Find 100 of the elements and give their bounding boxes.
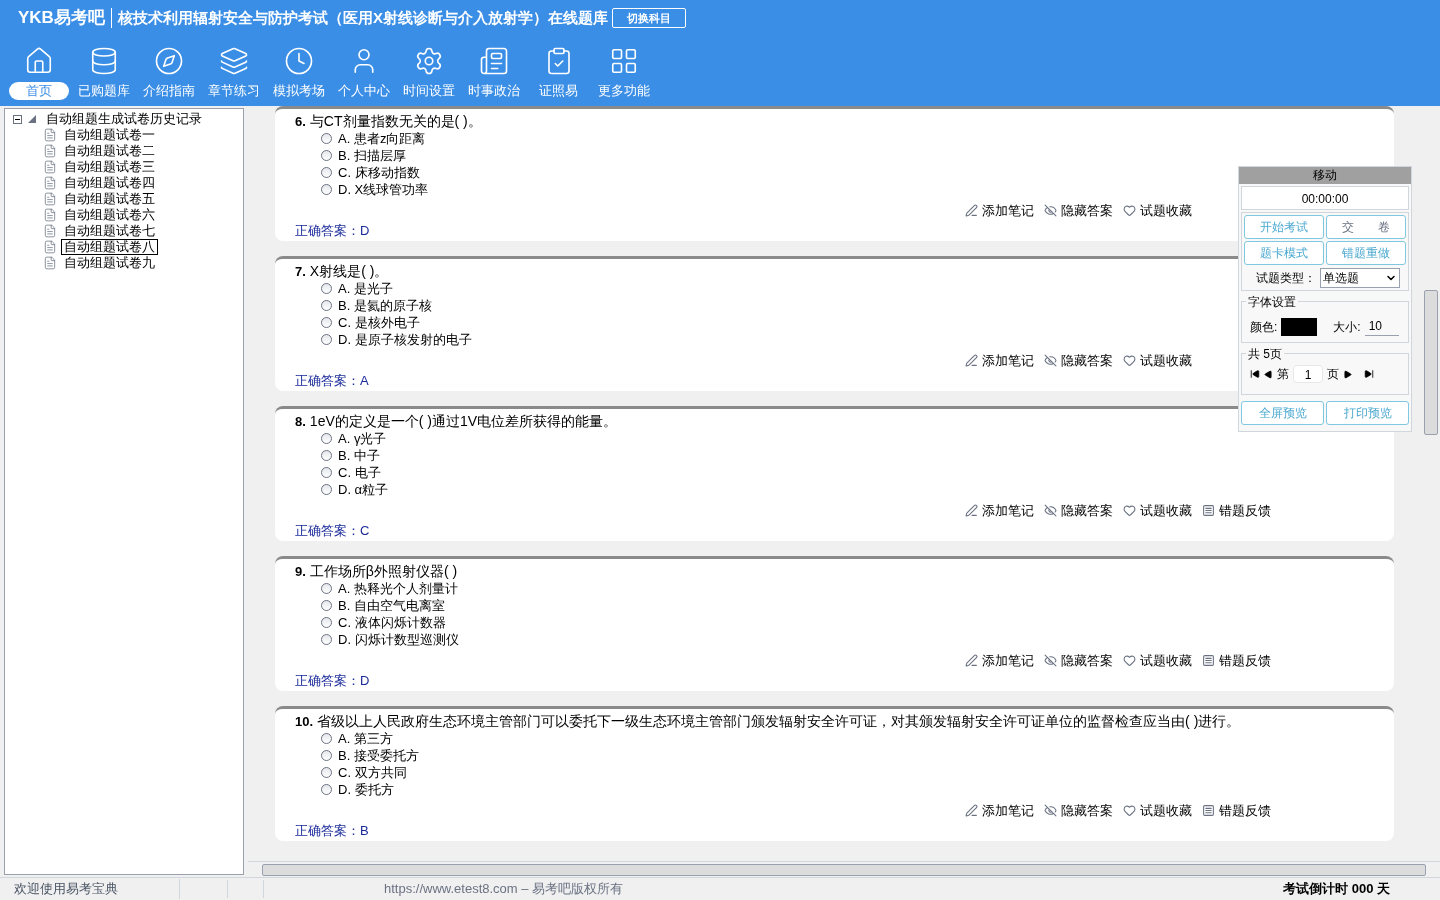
- question-action-link[interactable]: 试题收藏: [1123, 351, 1192, 371]
- option-label: A. 是光子: [338, 279, 393, 298]
- radio-button[interactable]: [321, 317, 332, 328]
- radio-button[interactable]: [321, 784, 332, 795]
- color-swatch[interactable]: [1281, 318, 1318, 336]
- radio-button[interactable]: [321, 167, 332, 178]
- nav-tab[interactable]: 首页: [8, 82, 69, 100]
- question-action-link[interactable]: 隐藏答案: [1044, 651, 1113, 671]
- tree-item[interactable]: 自动组题试卷三: [61, 160, 158, 174]
- window-title: 核技术利用辐射安全与防护考试（医用X射线诊断与介入放射学）在线题库: [117, 7, 608, 28]
- question-action-link[interactable]: 隐藏答案: [1044, 351, 1113, 371]
- question-action-link[interactable]: 试题收藏: [1123, 501, 1192, 521]
- document-icon: [43, 176, 57, 190]
- first-page-icon[interactable]: [1250, 369, 1260, 379]
- radio-button[interactable]: [321, 433, 332, 444]
- compass-icon: [153, 46, 184, 76]
- type-label: 试题类型：: [1256, 270, 1316, 287]
- option-label: A. 患者z向距离: [338, 129, 426, 148]
- document-icon: [43, 256, 57, 270]
- correct-answer: 正确答案：B: [295, 822, 369, 840]
- question-action-link[interactable]: 添加笔记: [965, 201, 1034, 221]
- panel-button[interactable]: 交 卷: [1326, 215, 1406, 239]
- eye-icon: [1044, 354, 1057, 368]
- question-action-link[interactable]: 错题反馈: [1202, 501, 1271, 521]
- radio-button[interactable]: [321, 184, 332, 195]
- radio-button[interactable]: [321, 283, 332, 294]
- tree-item[interactable]: 自动组题试卷一: [61, 128, 158, 142]
- tree-item[interactable]: 自动组题试卷七: [61, 224, 158, 238]
- radio-button[interactable]: [321, 617, 332, 628]
- page-suffix: 页: [1327, 366, 1339, 383]
- question-action-link[interactable]: 错题反馈: [1202, 651, 1271, 671]
- radio-button[interactable]: [321, 767, 332, 778]
- question-action-link[interactable]: 隐藏答案: [1044, 501, 1113, 521]
- correct-answer: 正确答案：C: [295, 522, 370, 540]
- document-icon: [43, 240, 57, 254]
- tree-item[interactable]: 自动组题试卷九: [61, 256, 158, 270]
- radio-button[interactable]: [321, 600, 332, 611]
- radio-button[interactable]: [321, 300, 332, 311]
- tree-root-label[interactable]: 自动组题生成试卷历史记录: [46, 109, 202, 129]
- heart-icon: [1123, 654, 1136, 668]
- document-icon: [43, 160, 57, 174]
- question-action-link[interactable]: 添加笔记: [965, 351, 1034, 371]
- document-icon: [43, 192, 57, 206]
- question-text: 与CT剂量指数无关的是( )。: [309, 113, 482, 130]
- radio-button[interactable]: [321, 334, 332, 345]
- tree-item[interactable]: 自动组题试卷六: [61, 208, 158, 222]
- page-field[interactable]: 1: [1293, 365, 1323, 383]
- panel-title-bar[interactable]: 移动: [1239, 167, 1411, 184]
- option-label: D. 是原子核发射的电子: [338, 330, 472, 349]
- question-action-link[interactable]: 添加笔记: [965, 801, 1034, 821]
- radio-button[interactable]: [321, 484, 332, 495]
- size-field[interactable]: 10: [1364, 317, 1399, 336]
- radio-button[interactable]: [321, 634, 332, 645]
- next-page-icon[interactable]: [1343, 369, 1352, 379]
- previous-page-icon[interactable]: [1264, 369, 1273, 379]
- page-prefix: 第: [1277, 366, 1289, 383]
- tree-item[interactable]: 自动组题试卷八: [61, 239, 158, 255]
- option-label: C. 床移动指数: [338, 163, 420, 182]
- document-icon: [1202, 504, 1215, 518]
- radio-button[interactable]: [321, 450, 332, 461]
- radio-button[interactable]: [321, 133, 332, 144]
- question-action-link[interactable]: 试题收藏: [1123, 651, 1192, 671]
- tree-item[interactable]: 自动组题试卷五: [61, 192, 158, 206]
- question-number: 7.: [295, 263, 306, 280]
- collapse-toggle-icon[interactable]: [13, 114, 22, 124]
- font-settings-legend: 字体设置: [1246, 293, 1298, 311]
- heart-icon: [1123, 804, 1136, 818]
- color-label: 颜色:: [1250, 319, 1278, 336]
- question-action-link[interactable]: 添加笔记: [965, 651, 1034, 671]
- question-number: 8.: [295, 413, 306, 430]
- question-action-link[interactable]: 隐藏答案: [1044, 201, 1113, 221]
- triangle-icon: [28, 115, 36, 123]
- tree-item[interactable]: 自动组题试卷二: [61, 144, 158, 158]
- type-select[interactable]: 单选题: [1320, 268, 1400, 288]
- radio-button[interactable]: [321, 583, 332, 594]
- heart-icon: [1123, 504, 1136, 518]
- question-action-link[interactable]: 添加笔记: [965, 501, 1034, 521]
- radio-button[interactable]: [321, 733, 332, 744]
- document-icon: [43, 128, 57, 142]
- question-text: 省级以上人民政府生态环境主管部门可以委托下一级生态环境主管部门颁发辐射安全许可证，对其颁发辐射安全许可证单位的监督检查应当由( )进行。: [317, 713, 1241, 730]
- radio-button[interactable]: [321, 150, 332, 161]
- horizontal-scrollbar[interactable]: [248, 861, 1440, 877]
- radio-button[interactable]: [321, 467, 332, 478]
- last-page-icon[interactable]: [1364, 369, 1374, 379]
- welcome-text: 欢迎使用易考宝典: [0, 879, 180, 899]
- eye-icon: [1044, 504, 1057, 518]
- option-label: C. 液体闪烁计数器: [338, 613, 446, 632]
- tree-item[interactable]: 自动组题试卷四: [61, 176, 158, 190]
- question-number: 10.: [295, 713, 314, 730]
- option-label: D. α粒子: [338, 480, 389, 499]
- option-label: C. 电子: [338, 463, 381, 482]
- question-action-link[interactable]: 隐藏答案: [1044, 801, 1113, 821]
- question-action-link[interactable]: 错题反馈: [1202, 801, 1271, 821]
- document-icon: [1202, 654, 1215, 668]
- eye-icon: [1044, 804, 1057, 818]
- question-action-link[interactable]: 试题收藏: [1123, 201, 1192, 221]
- question-action-link[interactable]: 试题收藏: [1123, 801, 1192, 821]
- question-text: 1eV的定义是一个( )通过1V电位差所获得的能量。: [309, 413, 618, 430]
- radio-button[interactable]: [321, 750, 332, 761]
- question-text: 工作场所β外照射仪器( ): [309, 563, 458, 580]
